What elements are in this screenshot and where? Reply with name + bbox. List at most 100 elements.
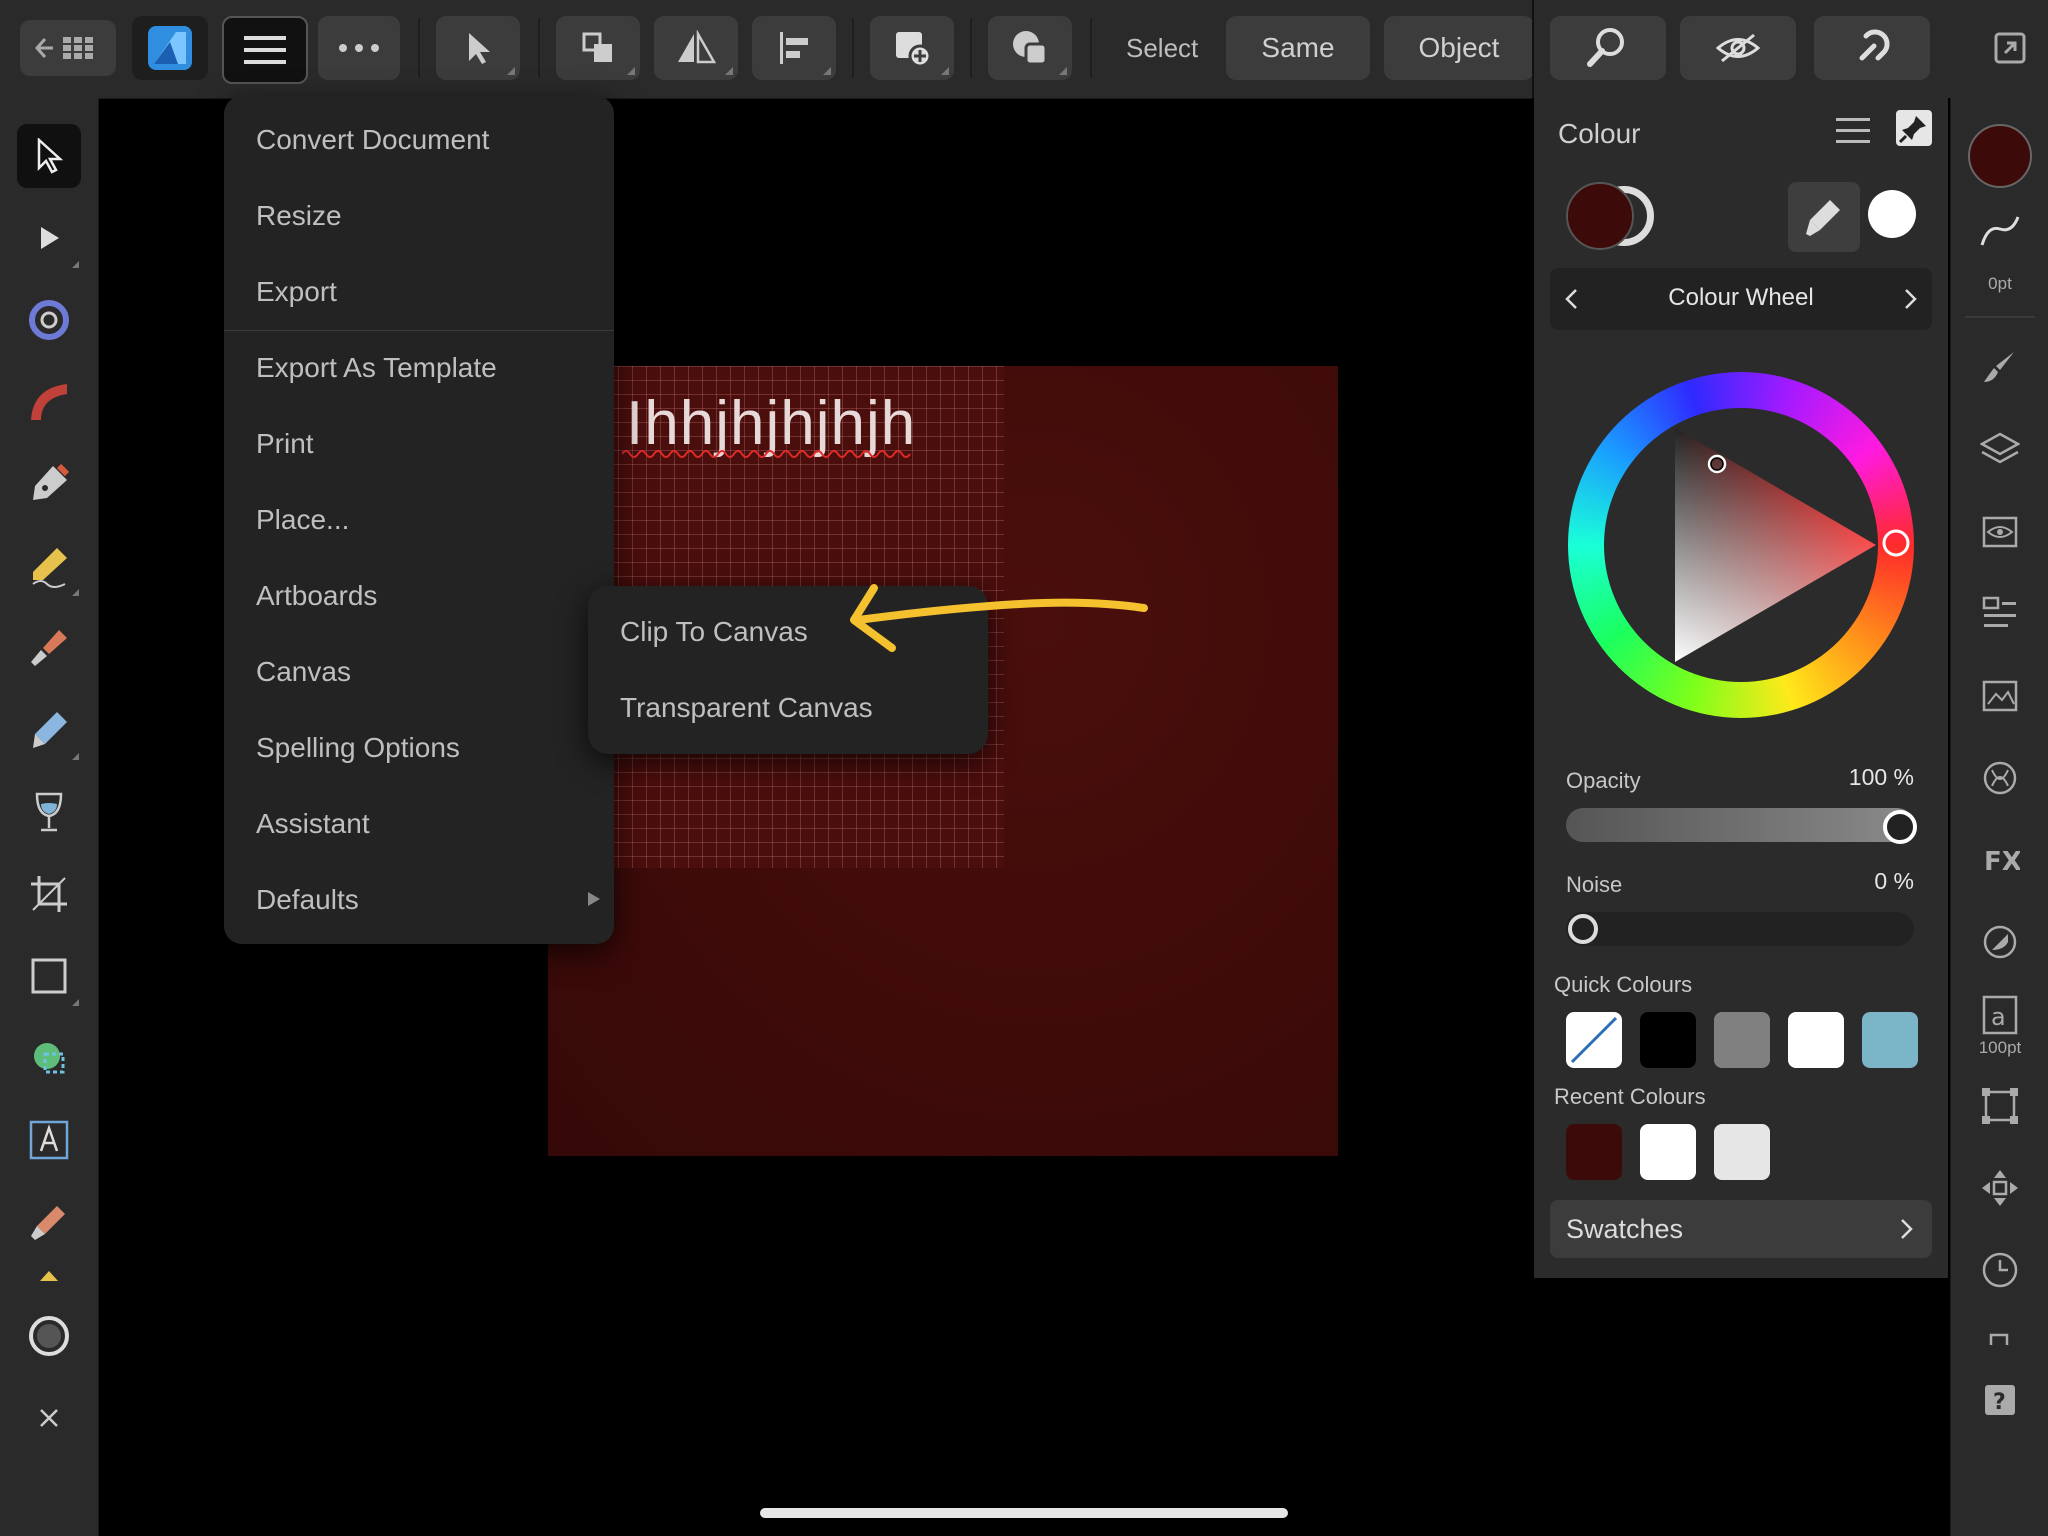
brushes-panel-button[interactable] [1968, 336, 2032, 400]
more-tools-handle[interactable] [17, 1260, 81, 1290]
transform-panel-button[interactable] [1968, 1074, 2032, 1138]
symbols-panel-button[interactable] [1968, 746, 2032, 810]
fill-brush-tool[interactable] [17, 698, 81, 762]
corner-tool[interactable] [17, 288, 81, 352]
chevron-right-icon [1901, 1219, 1913, 1239]
symbols-icon [1983, 761, 2017, 795]
opacity-slider[interactable] [1566, 808, 1914, 842]
noise-slider-knob[interactable] [1568, 914, 1598, 944]
move-tool-toggle-button[interactable] [436, 16, 520, 80]
quick-colour-blue[interactable] [1862, 1012, 1918, 1068]
artistic-text-tool[interactable] [17, 1108, 81, 1172]
move-tool[interactable] [17, 124, 81, 188]
colour-mode-selector[interactable]: Colour Wheel [1550, 268, 1932, 330]
more-panels-handle[interactable] [1968, 1324, 2032, 1354]
assets-panel-button[interactable] [1968, 664, 2032, 728]
zoom-button[interactable] [1550, 16, 1666, 80]
menu-item-convert-document[interactable]: Convert Document [224, 102, 614, 178]
menu-item-assistant[interactable]: Assistant [224, 786, 614, 862]
pencil-tool[interactable] [17, 534, 81, 598]
select-label: Select [1126, 33, 1199, 63]
eyedropper-icon [31, 1206, 65, 1240]
recent-colour-1[interactable] [1566, 1124, 1622, 1180]
menu-item-export-as-template[interactable]: Export As Template [224, 330, 614, 406]
submenu-item-transparent-canvas[interactable]: Transparent Canvas [588, 670, 988, 746]
crop-tool[interactable] [17, 862, 81, 926]
menu-item-export[interactable]: Export [224, 254, 614, 330]
app-logo-button[interactable] [132, 16, 208, 80]
select-same-button[interactable]: Same [1226, 16, 1370, 80]
stroke-curve-icon [1980, 216, 2020, 246]
effects-panel-button[interactable]: FX [1968, 828, 2032, 892]
quick-colour-black[interactable] [1640, 1012, 1696, 1068]
svg-text:?: ? [1993, 1390, 2006, 1415]
snapping-button[interactable] [1814, 16, 1930, 80]
view-mode-button[interactable] [1680, 16, 1796, 80]
pen-tool[interactable] [17, 452, 81, 516]
colour-triangle[interactable] [1568, 372, 1914, 718]
help-button[interactable]: ? [1968, 1368, 2032, 1432]
boolean-ops-button[interactable] [988, 16, 1072, 80]
text-styles-panel-button[interactable] [1968, 582, 2032, 646]
select-object-button[interactable]: Object [1384, 16, 1534, 80]
eyedropper-button[interactable] [1788, 182, 1860, 252]
rectangle-tool[interactable] [17, 944, 81, 1008]
character-panel-button[interactable]: a [1968, 988, 2032, 1042]
menu-item-canvas[interactable]: Canvas [224, 634, 614, 710]
noise-slider[interactable] [1566, 912, 1914, 946]
colour-mode-label: Colour Wheel [1668, 284, 1814, 311]
menu-item-print[interactable]: Print [224, 406, 614, 482]
picked-colour-swatch[interactable] [1868, 190, 1916, 238]
quick-colour-none[interactable] [1566, 1012, 1622, 1068]
back-to-gallery-button[interactable] [20, 20, 116, 76]
move-arrows-icon [1982, 1170, 2018, 1206]
pencil-icon [32, 548, 67, 588]
pointer-arrow-icon [469, 33, 490, 64]
chevron-right-icon[interactable] [1904, 288, 1918, 310]
arrange-button[interactable] [556, 16, 640, 80]
align-button[interactable] [752, 16, 836, 80]
home-indicator[interactable] [760, 1508, 1288, 1518]
recent-colour-2[interactable] [1640, 1124, 1696, 1180]
navigator-panel-button[interactable] [1968, 1156, 2032, 1220]
swatches-button[interactable]: Swatches [1550, 1200, 1932, 1258]
fill-colour-well[interactable] [1566, 182, 1634, 250]
appearance-panel-button[interactable] [1968, 500, 2032, 564]
node-tool[interactable] [17, 206, 81, 270]
quick-colour-grey[interactable] [1714, 1012, 1770, 1068]
pin-panel-button[interactable] [1896, 110, 1932, 146]
menu-item-place[interactable]: Place... [224, 482, 614, 558]
opacity-slider-knob[interactable] [1883, 810, 1917, 844]
svg-text:FX: FX [1984, 847, 2020, 877]
more-options-button[interactable] [318, 16, 400, 80]
transform-icon [1982, 1088, 2018, 1124]
shape-builder-tool[interactable] [17, 1026, 81, 1090]
partial-panel-icon [1989, 1333, 2009, 1345]
menu-item-resize[interactable]: Resize [224, 178, 614, 254]
document-menu-button[interactable] [222, 16, 308, 84]
flip-button[interactable] [654, 16, 738, 80]
fullscreen-button[interactable] [1980, 16, 2040, 80]
node-arrow-icon [41, 227, 59, 249]
opacity-value: 100 % [1848, 764, 1914, 790]
panel-menu-icon[interactable] [1836, 116, 1870, 146]
insert-button[interactable] [870, 16, 954, 80]
close-tools-button[interactable] [17, 1386, 81, 1450]
transparency-tool[interactable] [17, 780, 81, 844]
menu-item-spelling-options[interactable]: Spelling Options [224, 710, 614, 786]
recent-colour-3[interactable] [1714, 1124, 1770, 1180]
stroke-button[interactable] [1968, 206, 2032, 256]
vector-brush-tool[interactable] [17, 616, 81, 680]
menu-item-defaults[interactable]: Defaults [224, 862, 614, 938]
history-panel-button[interactable] [1968, 1238, 2032, 1302]
fill-colour-indicator[interactable] [1968, 124, 2032, 188]
quick-colour-white[interactable] [1788, 1012, 1844, 1068]
menu-item-artboards[interactable]: Artboards [224, 558, 614, 634]
brush-stroke-icon [1984, 352, 2014, 382]
colour-picker-tool[interactable] [17, 1190, 81, 1254]
layers-panel-button[interactable] [1968, 418, 2032, 482]
point-transform-tool[interactable] [17, 370, 81, 434]
colour-well[interactable] [17, 1304, 81, 1368]
styles-panel-button[interactable] [1968, 910, 2032, 974]
magnifier-icon [1587, 28, 1624, 67]
